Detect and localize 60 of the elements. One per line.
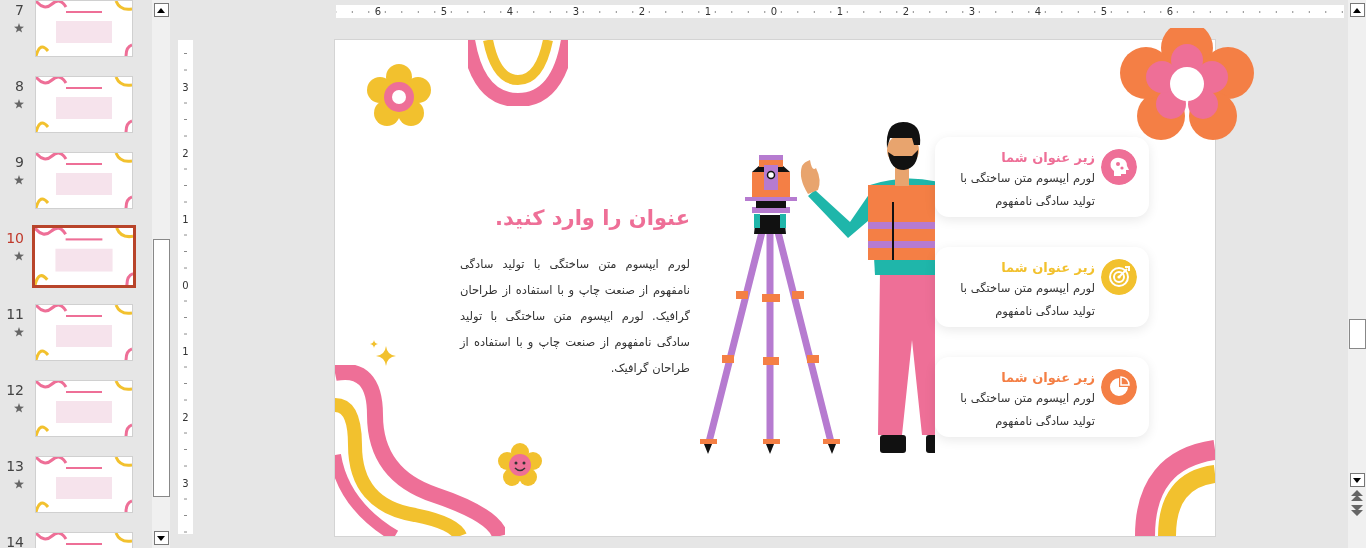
- sparkle-icon: [370, 340, 396, 366]
- double-caret-down-icon: [1350, 505, 1364, 517]
- slide-number: 9: [15, 153, 24, 171]
- ruler-number: 3: [182, 477, 189, 489]
- ruler-number: 3: [966, 6, 978, 17]
- slide-number: 12: [6, 381, 24, 399]
- double-caret-up-icon: [1350, 490, 1364, 502]
- card-title: زیر عنوان شما: [1000, 369, 1095, 387]
- caret-up-icon: [157, 7, 165, 13]
- slide-number: 8: [15, 77, 24, 95]
- star-icon: [14, 327, 24, 337]
- ruler-number: 6: [1164, 6, 1176, 17]
- scroll-down-button[interactable]: [153, 531, 169, 545]
- ruler-number: 0: [768, 6, 780, 17]
- ruler-number: 2: [900, 6, 912, 17]
- scroll-down-button[interactable]: [1349, 473, 1365, 487]
- next-slide-button[interactable]: [1350, 505, 1364, 517]
- ruler-number: 6: [372, 6, 384, 17]
- ruler-number: 2: [636, 6, 648, 17]
- slide-number: 10: [6, 229, 24, 247]
- slide-title: عنوان را وارد کنید.: [494, 205, 690, 232]
- scrollbar-thumb[interactable]: [1348, 319, 1366, 349]
- ruler-number: 2: [182, 411, 189, 423]
- card-text: لورم ایپسوم متن ساختگی با تولید سادگی نامفهوم: [959, 170, 1095, 210]
- card-title: زیر عنوان شما: [1000, 149, 1095, 167]
- scroll-up-button[interactable]: [1349, 3, 1365, 17]
- star-icon: [14, 23, 24, 33]
- caret-down-icon: [157, 535, 165, 541]
- card-text: لورم ایپسوم متن ساختگی با تولید سادگی نامفهوم: [959, 280, 1095, 320]
- slide-number: 14: [6, 533, 24, 548]
- slide-number: 11: [6, 305, 24, 323]
- star-icon: [14, 99, 24, 109]
- previous-slide-button[interactable]: [1350, 490, 1364, 502]
- card-text: لورم ایپسوم متن ساختگی با تولید سادگی نامفهوم: [959, 390, 1095, 430]
- ruler-number: 4: [1032, 6, 1044, 17]
- card-title: زیر عنوان شما: [1000, 259, 1095, 277]
- star-icon: [14, 175, 24, 185]
- smiley-flower-drawing: [498, 443, 542, 487]
- ruler-number: 5: [438, 6, 450, 17]
- star-icon: [14, 479, 24, 489]
- ruler-number: 0: [182, 279, 189, 291]
- ruler-number: 1: [182, 345, 189, 357]
- ruler-number: 3: [570, 6, 582, 17]
- caret-down-icon: [1353, 477, 1361, 483]
- slide-thumbnail[interactable]: [32, 225, 136, 288]
- ruler-number: 1: [182, 213, 189, 225]
- star-icon: [14, 403, 24, 413]
- slide-number: 13: [6, 457, 24, 475]
- ruler-number: 1: [834, 6, 846, 17]
- ruler-number: 2: [182, 147, 189, 159]
- ruler-number: 4: [504, 6, 516, 17]
- ruler-number: 3: [182, 81, 189, 93]
- caret-up-icon: [1353, 7, 1361, 13]
- body-paragraph: لورم ایپسوم متن ساختگی با تولید سادگی نامفهوم از صنعت چاپ و با استفاده از طراحان گرافیک. لورم ایپسوم متن ساختگی با تولید سادگی نامفهوم از صنعت چاپ و با استفاده از طراحان گرافیک.: [460, 256, 690, 377]
- ruler-number: 1: [702, 6, 714, 17]
- scroll-up-button[interactable]: [153, 3, 169, 17]
- ruler-number: 5: [1098, 6, 1110, 17]
- slide-number: 7: [15, 1, 24, 19]
- star-icon: [14, 251, 24, 261]
- scrollbar-thumb[interactable]: [152, 239, 170, 497]
